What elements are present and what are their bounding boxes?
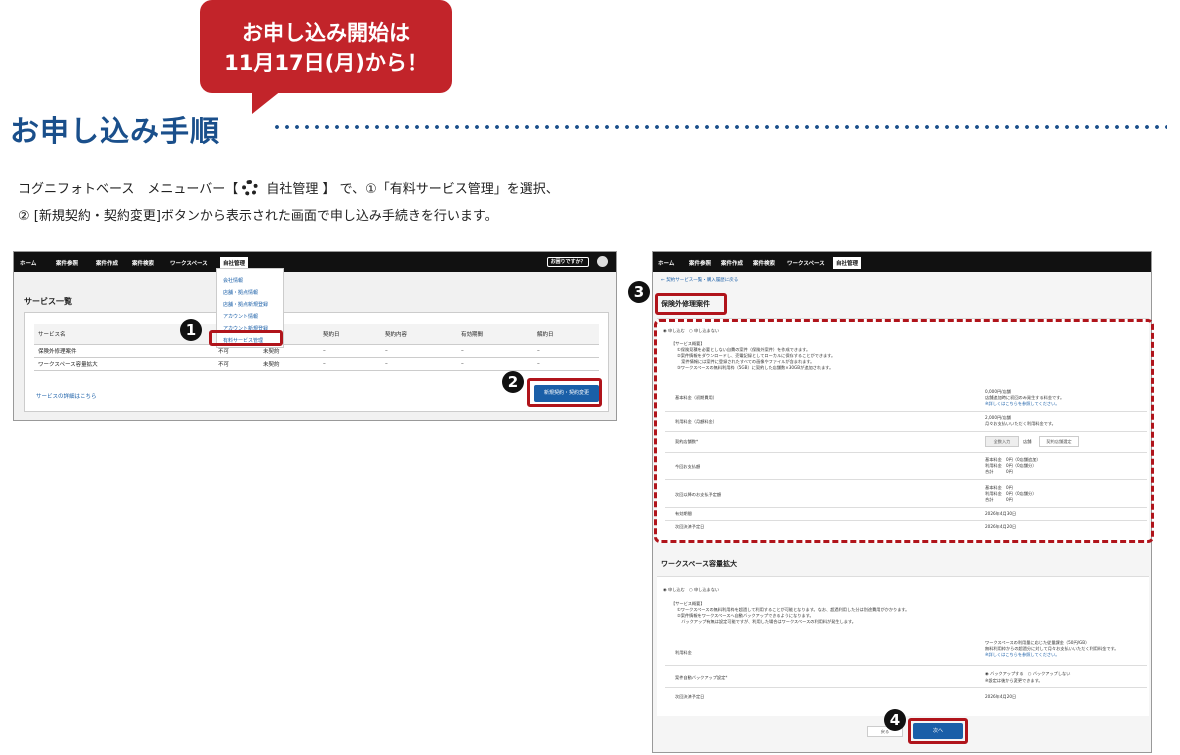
col-contract-date: 契約日 [319,324,381,345]
table-header: サービス名 契約日 契約内容 有効期間 解約日 [34,324,599,345]
nav-search[interactable]: 案件検索 [132,259,154,267]
instruction-line1-post: 自社管理 】 で、①「有料サービス管理」を選択、 [262,182,559,197]
ws-next-payment-label: 次回決済予定日 [675,694,705,699]
step-badge-3: 3 [628,281,650,303]
step-badge-4: 4 [884,709,906,731]
backup-note: ※設定は後から変更できます。 [985,678,1043,683]
table-cell: – [533,357,599,371]
step-badge-2: 2 [502,371,524,393]
page-title: お申し込み手順 [10,114,221,148]
highlight-new-contract [527,378,602,407]
table-cell: – [319,357,381,371]
dotted-divider [272,124,1167,130]
service-table: サービス名 契約日 契約内容 有効期間 解約日 保険外修理案件 不可 未契約 –… [34,324,599,371]
start-date-callout: お申し込み開始は 11月17日(月)から！ [200,0,452,114]
table-cell: – [319,344,381,358]
table-cell: 未契約 [259,357,319,371]
ws-radio-noapply-label: 申し込まない [693,587,720,592]
highlight-next-button [908,718,968,744]
backup-label: 案件自動バックアップ設定* [675,675,728,680]
ws-radio-apply-label: 申し込む [668,587,685,592]
service-detail-link[interactable]: サービスの詳細はこちら [36,392,97,400]
callout-line1: お申し込み開始は [242,21,410,45]
row-divider [665,687,1147,688]
back-breadcrumb[interactable]: ← 契約サービス一覧・購入履歴に戻る [661,277,738,283]
highlight-paid-service [209,330,283,346]
nav-reference[interactable]: 案件参照 [689,259,711,267]
nav-create[interactable]: 案件作成 [721,259,743,267]
callout-tail [252,90,282,114]
backup-off-label: バックアップしない [1032,671,1071,676]
ws-fee-link[interactable]: ※詳しくはこちらを参照してください。 [985,652,1059,658]
menu-store-info[interactable]: 店舗・拠点情報 [223,289,258,296]
col-contract-content: 契約内容 [381,324,457,345]
nav-admin[interactable]: 自社管理 [833,257,862,269]
table-cell: – [457,357,533,371]
backup-on-label: バックアップする [990,671,1024,676]
workspace-section-panel: ◉ 申し込む ○ 申し込まない 【サービス概要】 ①ワークスペースの無料利用枠を… [657,576,1149,716]
ws-next-payment-value: 2026年4月20日 [985,694,1017,699]
nav-search[interactable]: 案件検索 [753,259,775,267]
ws-overview-line: バックアップ有無は設定可能ですが、利用した場合はワークスペースの利用料が発生しま… [677,619,856,624]
instruction-line1-pre: コグニフォトベース メニューバー【 [18,182,239,197]
row-divider [665,665,1147,666]
page-root: お申し込み開始は 11月17日(月)から！ お申し込み手順 コグニフォトベース … [0,0,1180,755]
col-valid-period: 有効期間 [457,324,533,345]
menu-store-register[interactable]: 店舗・拠点新規登録 [223,301,268,308]
col-cancel-date: 解約日 [533,324,599,345]
table-cell: – [533,344,599,358]
help-button[interactable]: お困りですか？ [547,257,589,267]
avatar[interactable] [597,256,608,267]
service-list-title: サービス一覧 [24,297,72,306]
instruction-line2: ② [新規契約・契約変更]ボタンから表示された画面で申し込み手続きを行います。 [18,209,498,224]
top-nav: ホーム 案件参照 案件作成 案件検索 ワークスペース 自社管理 お困りですか？ [14,252,616,272]
highlight-section-title [655,293,727,315]
table-cell: 保険外修理案件 [34,344,214,358]
table-row: 保険外修理案件 不可 未契約 – – – – [34,344,599,358]
ws-radio-apply[interactable]: ◉ 申し込む ○ 申し込まない [663,587,719,593]
gear-icon [242,180,259,196]
ws-fee-label: 利用料金 [675,650,692,655]
nav-home[interactable]: ホーム [658,259,674,267]
backup-radio[interactable]: ◉ バックアップする ○ バックアップしない [985,671,1070,677]
table-row: ワークスペース容量拡大 不可 未契約 – – – – [34,357,599,371]
top-nav-2: ホーム 案件参照 案件作成 案件検索 ワークスペース 自社管理 [653,252,1151,272]
nav-workspace[interactable]: ワークスペース [787,259,825,267]
step-badge-1: 1 [180,319,202,341]
menu-company-info[interactable]: 会社情報 [223,277,243,284]
table-cell: – [381,357,457,371]
instruction-line1: コグニフォトベース メニューバー【 自社管理 】 で、①「有料サービス管理」を選… [18,178,559,197]
table-cell: – [457,344,533,358]
table-cell: ワークスペース容量拡大 [34,357,214,371]
table-cell: – [381,344,457,358]
highlight-repair-form [654,319,1154,543]
nav-create[interactable]: 案件作成 [96,259,118,267]
menu-account-info[interactable]: アカウント情報 [223,313,258,320]
nav-home[interactable]: ホーム [20,259,36,267]
section-title-workspace: ワークスペース容量拡大 [661,560,737,568]
callout-line2: 11月17日(月)から！ [224,51,428,75]
nav-reference[interactable]: 案件参照 [56,259,78,267]
table-cell: 不可 [214,357,259,371]
nav-workspace[interactable]: ワークスペース [170,259,208,267]
